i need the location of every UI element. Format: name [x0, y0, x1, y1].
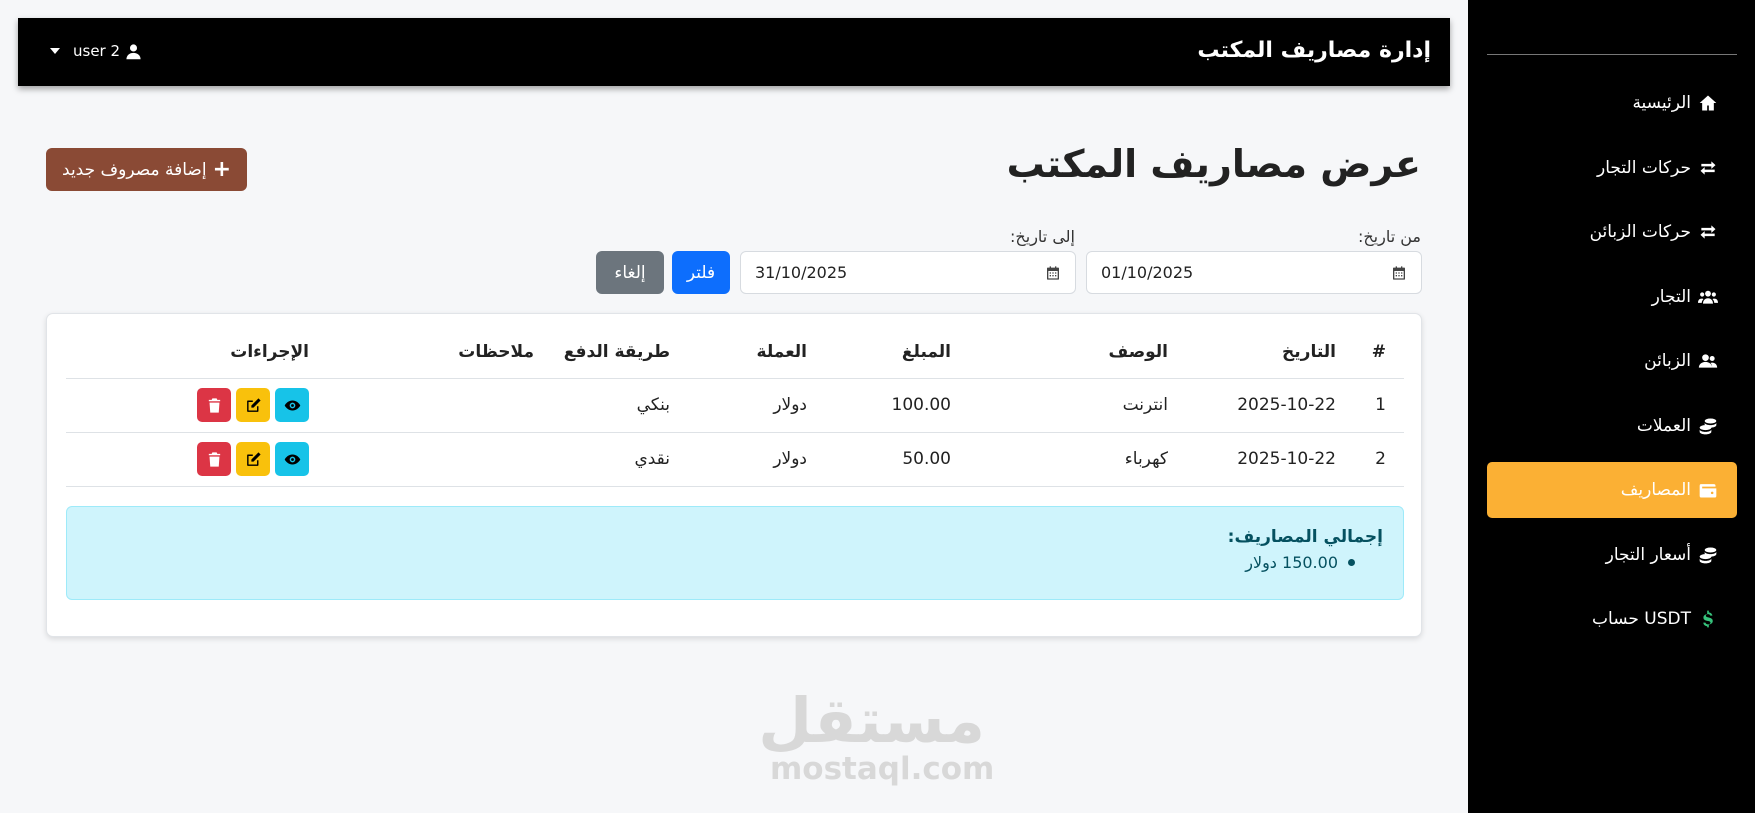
filter-button[interactable]: فلتر	[672, 251, 730, 294]
sidebar: الرئيسية حركات التجار حركات الزبائن التج…	[1468, 0, 1755, 813]
dollar-icon	[1697, 608, 1719, 630]
trash-icon	[208, 397, 220, 413]
cell-number: 1	[1354, 378, 1404, 433]
cell-amount: 50.00	[825, 432, 969, 487]
app-title: إدارة مصاريف المكتب	[1197, 38, 1431, 63]
from-date-value: 01/10/2025	[1101, 263, 1194, 282]
cell-payment-method: نقدي	[552, 432, 688, 487]
trash-icon	[208, 451, 220, 467]
view-button[interactable]	[275, 388, 309, 422]
coins-icon	[1697, 415, 1719, 437]
sidebar-item-label: حركات الزبائن	[1589, 222, 1691, 242]
coins-icon	[1697, 544, 1719, 566]
sidebar-item-label: حركات التجار	[1597, 157, 1691, 178]
bullet-icon	[1348, 559, 1355, 566]
from-date-label: من تاريخ:	[1357, 227, 1421, 246]
sidebar-item-currencies[interactable]: العملات	[1487, 398, 1737, 454]
total-title: إجمالي المصاريف:	[1227, 527, 1383, 547]
cell-currency: دولار	[688, 378, 825, 433]
eye-icon	[284, 400, 300, 410]
users-icon	[1697, 286, 1719, 308]
cell-currency: دولار	[688, 432, 825, 487]
sidebar-item-merchant-transactions[interactable]: حركات التجار	[1487, 140, 1737, 196]
cell-description: انترنت	[969, 378, 1186, 433]
exchange-icon	[1697, 221, 1719, 243]
user-name: user 2	[73, 42, 121, 60]
col-header-number: #	[1354, 326, 1404, 379]
watermark: مستقل mostaql.com	[758, 684, 995, 787]
user-group-icon	[1697, 350, 1719, 372]
to-date-value: 31/10/2025	[755, 263, 848, 282]
total-value: 150.00 دولار	[1245, 553, 1338, 572]
col-header-description: الوصف	[969, 326, 1186, 379]
cell-actions	[66, 378, 327, 433]
eye-icon	[284, 454, 300, 464]
edit-button[interactable]	[236, 388, 270, 422]
sidebar-item-label: العملات	[1636, 415, 1691, 436]
edit-icon	[246, 451, 261, 466]
view-button[interactable]	[275, 442, 309, 476]
cell-amount: 100.00	[825, 378, 969, 433]
top-header: إدارة مصاريف المكتب user 2	[18, 18, 1450, 86]
user-menu[interactable]: user 2	[50, 42, 142, 60]
sidebar-item-label: التجار	[1651, 286, 1691, 307]
delete-button[interactable]	[197, 442, 231, 476]
sidebar-item-label: حساب USDT	[1592, 609, 1691, 629]
sidebar-item-expenses[interactable]: المصاريف	[1487, 462, 1737, 518]
calendar-icon	[1047, 265, 1059, 280]
watermark-arabic: مستقل	[758, 684, 985, 757]
cell-notes	[327, 432, 552, 487]
edit-button[interactable]	[236, 442, 270, 476]
from-date-input[interactable]: 01/10/2025	[1086, 251, 1422, 294]
col-header-payment-method: طريقة الدفع	[552, 326, 688, 379]
sidebar-item-label: أسعار التجار	[1605, 544, 1691, 565]
edit-icon	[246, 397, 261, 412]
add-expense-label: إضافة مصروف جديد	[62, 159, 207, 180]
page-title: عرض مصاريف المكتب	[1006, 142, 1421, 186]
cell-date: 2025-10-22	[1186, 378, 1354, 433]
sidebar-item-customers[interactable]: الزبائن	[1487, 333, 1737, 389]
col-header-currency: العملة	[688, 326, 825, 379]
home-icon	[1697, 92, 1719, 114]
caret-down-icon	[50, 48, 60, 54]
to-date-label: إلى تاريخ:	[1010, 227, 1075, 246]
sidebar-item-merchant-rates[interactable]: أسعار التجار	[1487, 527, 1737, 583]
table-row: 2 2025-10-22 كهرباء 50.00 دولار نقدي	[66, 432, 1404, 487]
table-row: 1 2025-10-22 انترنت 100.00 دولار بنكي	[66, 378, 1404, 433]
col-header-actions: الإجراءات	[66, 326, 327, 379]
watermark-latin: mostaql.com	[770, 751, 995, 787]
total-item: 150.00 دولار	[87, 553, 1355, 572]
exchange-icon	[1697, 157, 1719, 179]
cell-payment-method: بنكي	[552, 378, 688, 433]
cell-date: 2025-10-22	[1186, 432, 1354, 487]
calendar-icon	[1393, 265, 1405, 280]
to-date-input[interactable]: 31/10/2025	[740, 251, 1076, 294]
expenses-table: # التاريخ الوصف المبلغ العملة طريقة الدف…	[66, 326, 1404, 487]
cell-notes	[327, 378, 552, 433]
expenses-total-alert: إجمالي المصاريف: 150.00 دولار	[66, 506, 1404, 600]
sidebar-divider	[1487, 54, 1737, 55]
plus-icon: +	[212, 156, 231, 182]
cell-number: 2	[1354, 432, 1404, 487]
cell-actions	[66, 432, 327, 487]
sidebar-nav: الرئيسية حركات التجار حركات الزبائن التج…	[1487, 75, 1737, 656]
table-header-row: # التاريخ الوصف المبلغ العملة طريقة الدف…	[66, 326, 1404, 379]
col-header-date: التاريخ	[1186, 326, 1354, 379]
add-expense-button[interactable]: + إضافة مصروف جديد	[46, 148, 247, 191]
cancel-button[interactable]: إلغاء	[596, 251, 664, 294]
col-header-notes: ملاحظات	[327, 326, 552, 379]
sidebar-item-label: الزبائن	[1644, 351, 1691, 371]
sidebar-item-home[interactable]: الرئيسية	[1487, 75, 1737, 131]
delete-button[interactable]	[197, 388, 231, 422]
user-icon	[126, 43, 141, 59]
col-header-amount: المبلغ	[825, 326, 969, 379]
expenses-card: # التاريخ الوصف المبلغ العملة طريقة الدف…	[46, 313, 1422, 637]
sidebar-item-label: المصاريف	[1620, 480, 1691, 500]
sidebar-item-customer-transactions[interactable]: حركات الزبائن	[1487, 204, 1737, 260]
cell-description: كهرباء	[969, 432, 1186, 487]
wallet-icon	[1697, 479, 1719, 501]
sidebar-item-usdt-account[interactable]: حساب USDT	[1487, 591, 1737, 647]
sidebar-item-merchants[interactable]: التجار	[1487, 269, 1737, 325]
sidebar-item-label: الرئيسية	[1632, 93, 1691, 113]
